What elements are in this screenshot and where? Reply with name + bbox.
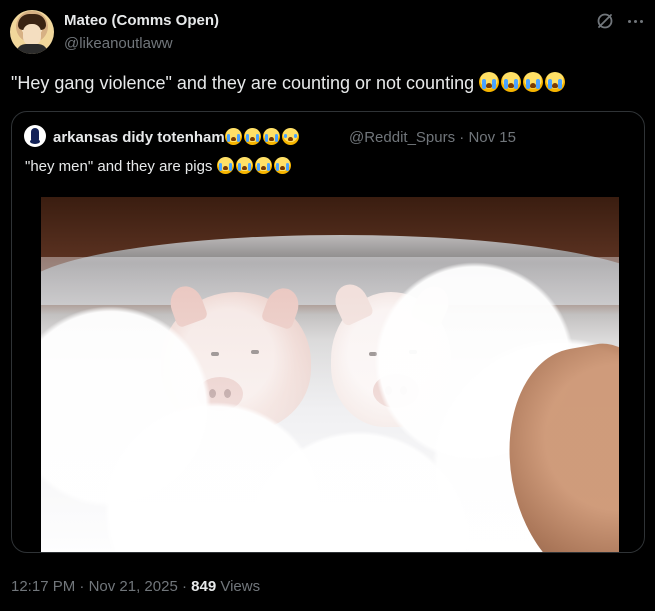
loudly-crying-face-icon [273,157,291,174]
tweet[interactable]: Mateo (Comms Open) @likeanoutlaww "Hey g… [0,0,655,611]
author-display-name[interactable]: Mateo (Comms Open) [64,12,219,29]
more-dot [633,19,637,23]
tweet-time[interactable]: 12:17 PM [11,578,75,595]
quoted-author-name[interactable]: arkansas didy totenham [53,128,301,146]
tweet-date[interactable]: Nov 21, 2025 [89,578,178,595]
quoted-date[interactable]: Nov 15 [468,129,516,146]
quoted-text-body: "hey men" and they are pigs [25,158,213,175]
tweet-text: "Hey gang violence" and they are countin… [11,71,567,95]
more-dot [627,19,631,23]
crying-face-icon [281,128,299,145]
author-handle[interactable]: @likeanoutlaww [64,35,173,52]
tweet-footer: 12:17 PM · Nov 21, 2025 · 849 Views [11,578,260,595]
tweet-text-body: "Hey gang violence" and they are countin… [11,73,475,93]
author-avatar[interactable] [10,10,54,54]
avatar-shirt [16,44,48,54]
loudly-crying-face-icon [216,157,234,174]
quoted-author-avatar[interactable] [24,125,46,147]
loudly-crying-face-icon [501,72,522,92]
loudly-crying-face-icon [479,72,500,92]
views-count[interactable]: 849 [191,578,216,595]
quoted-separator: · [459,129,465,146]
quoted-meta: @Reddit_Spurs · Nov 15 [349,129,516,146]
tweet-emoji-group [479,72,567,93]
quoted-media-image[interactable] [41,197,619,552]
footer-separator: · [181,578,187,595]
more-dot [639,19,643,23]
grok-icon-svg [597,13,613,29]
quoted-handle[interactable]: @Reddit_Spurs [349,129,455,146]
quoted-display-name: arkansas didy totenham [53,129,225,146]
loudly-crying-face-icon [523,72,544,92]
loudly-crying-face-icon [224,128,242,145]
grok-icon[interactable] [594,10,616,32]
loudly-crying-face-icon [545,72,566,92]
loudly-crying-face-icon [243,128,261,145]
quoted-text: "hey men" and they are pigs [25,157,293,177]
footer-separator: · [79,578,85,595]
loudly-crying-face-icon [254,157,272,174]
avatar-face [23,24,41,46]
loudly-crying-face-icon [262,128,280,145]
quoted-tweet[interactable]: arkansas didy totenham @Reddit_Spurs · N… [11,111,645,553]
views-label: Views [220,578,261,595]
spurs-ball [30,139,40,144]
more-icon[interactable] [624,10,646,32]
loudly-crying-face-icon [235,157,253,174]
